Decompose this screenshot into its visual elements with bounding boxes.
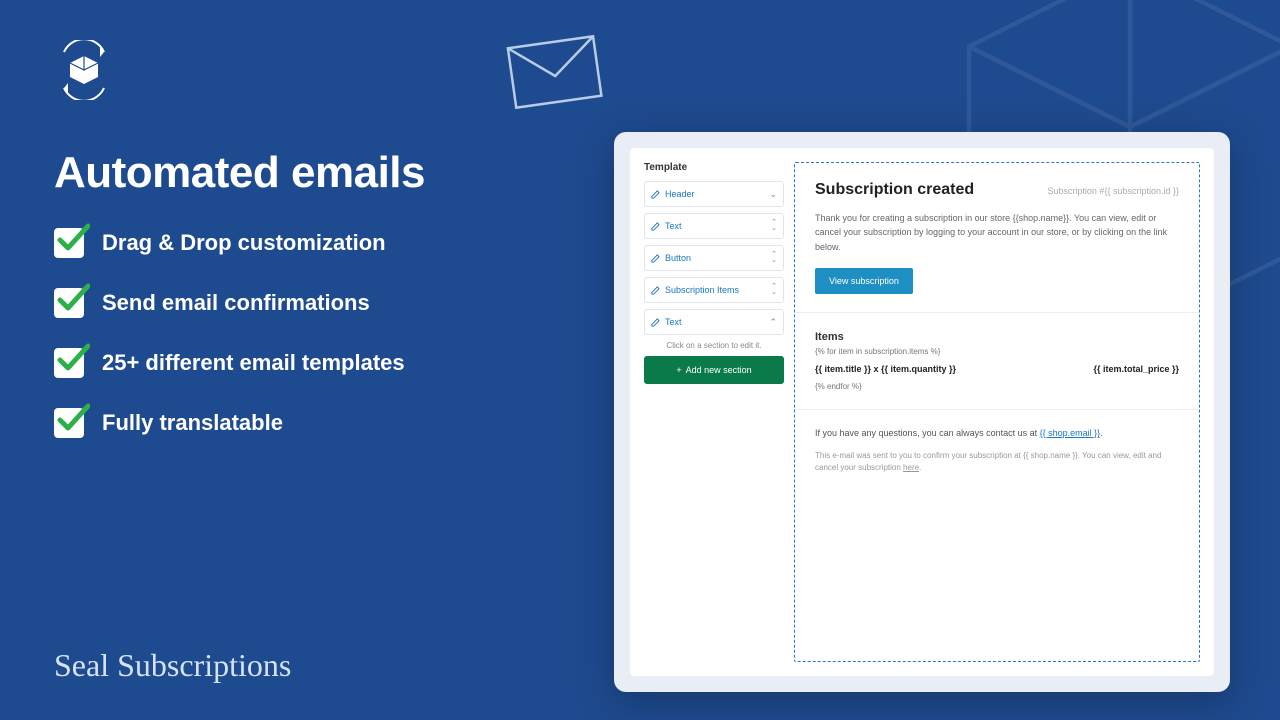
editor-inner: Template Header ⌄ Text ⌃⌄ Button ⌃⌄ Subs…: [630, 148, 1214, 676]
preview-title: Subscription created: [815, 181, 974, 199]
footer-suffix: .: [919, 463, 921, 472]
sidebar-title: Template: [644, 162, 784, 173]
section-label: Header: [665, 189, 769, 199]
questions-suffix: .: [1100, 428, 1103, 438]
logo-icon: [54, 40, 114, 105]
feature-item: Send email confirmations: [54, 288, 405, 318]
shop-email-link[interactable]: {{ shop.email }}: [1040, 428, 1101, 438]
questions-text: If you have any questions, you can alway…: [815, 428, 1179, 438]
section-label: Text: [665, 221, 771, 231]
section-item-text[interactable]: Text ⌃⌄: [644, 213, 784, 239]
feature-item: Drag & Drop customization: [54, 228, 405, 258]
section-label: Text: [665, 317, 769, 327]
add-section-button[interactable]: + Add new section: [644, 356, 784, 384]
reorder-arrows[interactable]: ⌃⌄: [771, 252, 777, 264]
footer-prefix: This e-mail was sent to you to confirm y…: [815, 451, 1161, 472]
chevron-up-icon[interactable]: ⌃: [769, 317, 777, 328]
pencil-icon: [651, 254, 660, 263]
reorder-arrows[interactable]: ⌃⌄: [771, 284, 777, 296]
sidebar-hint: Click on a section to edit it.: [644, 341, 784, 350]
footer-text: This e-mail was sent to you to confirm y…: [815, 450, 1179, 474]
checkmark-icon: [54, 228, 84, 258]
pencil-icon: [651, 222, 660, 231]
item-price-template: {{ item.total_price }}: [1093, 364, 1179, 374]
pencil-icon: [651, 190, 660, 199]
checkmark-icon: [54, 288, 84, 318]
hero-title: Automated emails: [54, 148, 425, 198]
feature-label: Fully translatable: [102, 410, 283, 436]
template-for-loop: {% for item in subscription.items %}: [815, 347, 1179, 356]
checkmark-icon: [54, 408, 84, 438]
brand-name: Seal Subscriptions: [54, 647, 291, 684]
add-section-label: Add new section: [686, 365, 752, 375]
section-item-header[interactable]: Header ⌄: [644, 181, 784, 207]
section-label: Subscription Items: [665, 285, 771, 295]
items-heading: Items: [815, 331, 1179, 343]
plus-icon: +: [676, 365, 681, 375]
template-endfor: {% endfor %}: [815, 382, 1179, 391]
item-row: {{ item.title }} x {{ item.quantity }} {…: [815, 364, 1179, 374]
feature-list: Drag & Drop customization Send email con…: [54, 228, 405, 438]
preview-header: Subscription created Subscription #{{ su…: [815, 181, 1179, 199]
divider: [795, 312, 1199, 313]
item-title-template: {{ item.title }} x {{ item.quantity }}: [815, 364, 956, 374]
divider: [795, 409, 1199, 410]
preview-body-text: Thank you for creating a subscription in…: [815, 211, 1179, 254]
view-subscription-button[interactable]: View subscription: [815, 268, 913, 294]
chevron-down-icon[interactable]: ⌄: [769, 189, 777, 200]
section-item-subscription-items[interactable]: Subscription Items ⌃⌄: [644, 277, 784, 303]
envelope-icon: [506, 34, 605, 115]
checkmark-icon: [54, 348, 84, 378]
section-item-text-2[interactable]: Text ⌃: [644, 309, 784, 335]
feature-item: Fully translatable: [54, 408, 405, 438]
subscription-id: Subscription #{{ subscription.id }}: [1047, 186, 1179, 196]
feature-label: Send email confirmations: [102, 290, 370, 316]
editor-panel: Template Header ⌄ Text ⌃⌄ Button ⌃⌄ Subs…: [614, 132, 1230, 692]
section-label: Button: [665, 253, 771, 263]
template-sidebar: Template Header ⌄ Text ⌃⌄ Button ⌃⌄ Subs…: [644, 162, 794, 662]
reorder-arrows[interactable]: ⌃⌄: [771, 220, 777, 232]
pencil-icon: [651, 286, 660, 295]
feature-label: Drag & Drop customization: [102, 230, 386, 256]
feature-item: 25+ different email templates: [54, 348, 405, 378]
section-item-button[interactable]: Button ⌃⌄: [644, 245, 784, 271]
feature-label: 25+ different email templates: [102, 350, 405, 376]
footer-here-link[interactable]: here: [903, 463, 919, 472]
questions-prefix: If you have any questions, you can alway…: [815, 428, 1040, 438]
pencil-icon: [651, 318, 660, 327]
email-preview: Subscription created Subscription #{{ su…: [794, 162, 1200, 662]
